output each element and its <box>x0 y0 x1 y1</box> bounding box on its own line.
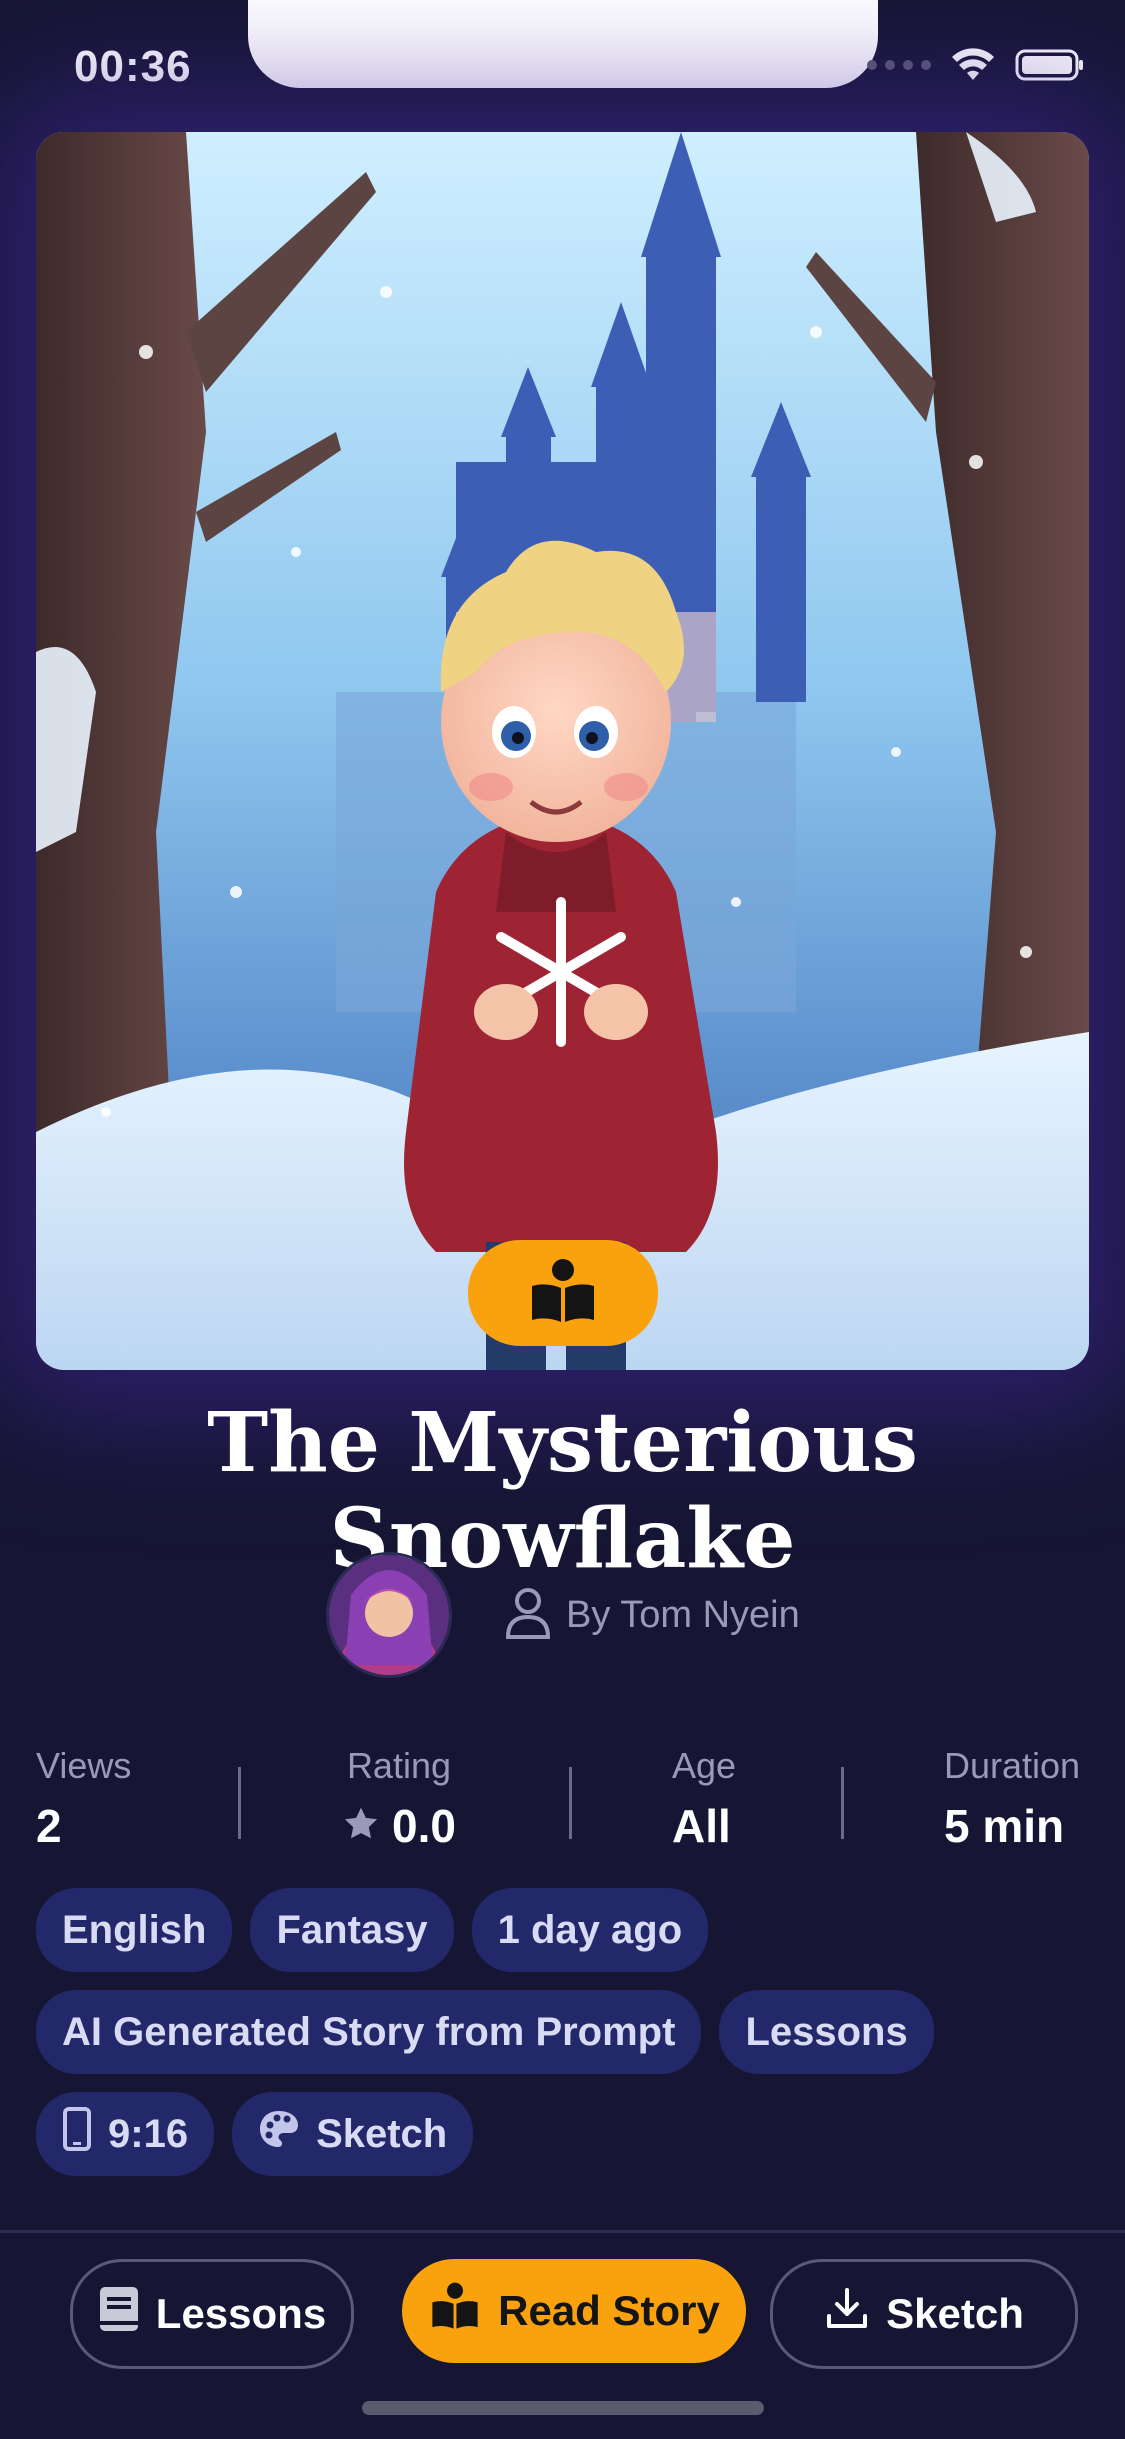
author-avatar[interactable] <box>326 1552 452 1678</box>
story-tags: English Fantasy 1 day ago AI Generated S… <box>36 1888 1089 2194</box>
story-stats: Views 2 Rating 0.0 Age All Duration 5 mi… <box>36 1745 1089 1855</box>
stat-value: 2 <box>36 1799 131 1853</box>
stat-value: 0.0 <box>342 1799 456 1853</box>
stat-views: Views 2 <box>36 1745 131 1853</box>
tag-style[interactable]: Sketch <box>232 2092 474 2176</box>
author-row[interactable]: By Tom Nyein <box>326 1552 800 1678</box>
download-icon <box>824 2286 870 2342</box>
tag-row: 9:16 Sketch <box>36 2092 1089 2176</box>
tag-lessons[interactable]: Lessons <box>719 1990 934 2074</box>
book-reader-icon <box>526 1256 600 1331</box>
tag-date[interactable]: 1 day ago <box>471 1888 709 1972</box>
stat-label: Age <box>672 1745 737 1786</box>
sketch-label: Sketch <box>886 2290 1024 2337</box>
stat-age: Age All <box>672 1745 736 1853</box>
user-icon <box>504 1587 552 1644</box>
lessons-label: Lessons <box>155 2290 327 2337</box>
stat-label: Views <box>36 1745 132 1786</box>
home-indicator[interactable] <box>362 2401 764 2415</box>
read-story-label: Read Story <box>498 2287 720 2334</box>
divider <box>238 1767 241 1839</box>
tag-language[interactable]: English <box>36 1888 233 1972</box>
cover-illustration <box>36 132 1089 1370</box>
tag-row: AI Generated Story from Prompt Lessons <box>36 1990 1089 2074</box>
sketch-download-button[interactable]: Sketch <box>770 2259 1078 2369</box>
status-time: 00:36 <box>74 42 192 91</box>
device-notch <box>248 0 878 88</box>
stat-rating: Rating 0.0 <box>342 1745 456 1853</box>
tag-genre[interactable]: Fantasy <box>250 1888 454 1972</box>
wifi-icon <box>951 48 995 82</box>
duration-value: 5 min <box>944 1800 1065 1852</box>
book-reader-icon <box>428 2280 482 2342</box>
views-value: 2 <box>36 1800 62 1852</box>
tag-aspect-ratio[interactable]: 9:16 <box>36 2092 215 2176</box>
status-bar: 00:36 <box>0 0 1125 130</box>
lessons-button[interactable]: Lessons <box>70 2259 354 2369</box>
tag-row: English Fantasy 1 day ago <box>36 1888 1089 1972</box>
phone-icon <box>62 2106 92 2162</box>
age-value: All <box>672 1800 731 1852</box>
aspect-ratio-label: 9:16 <box>108 2111 189 2156</box>
stat-label: Duration <box>944 1745 1081 1786</box>
rating-value: 0.0 <box>392 1800 456 1852</box>
star-icon <box>342 1799 380 1853</box>
book-icon <box>98 2285 140 2343</box>
divider <box>569 1767 572 1839</box>
bottom-action-bar: Lessons Read Story Sketch <box>0 2230 1125 2439</box>
read-story-badge[interactable] <box>468 1240 658 1346</box>
signal-icon <box>867 60 931 70</box>
style-label: Sketch <box>316 2111 448 2156</box>
stat-value: 5 min <box>944 1799 1080 1853</box>
author-name[interactable]: By Tom Nyein <box>566 1594 800 1637</box>
tag-source[interactable]: AI Generated Story from Prompt <box>36 1990 702 2074</box>
palette-icon <box>258 2109 300 2159</box>
stat-duration: Duration 5 min <box>944 1745 1080 1853</box>
divider <box>841 1767 844 1839</box>
story-cover-image[interactable] <box>36 132 1089 1370</box>
stat-label: Rating <box>346 1745 451 1786</box>
read-story-button[interactable]: Read Story <box>402 2259 746 2363</box>
status-icons <box>867 48 1085 82</box>
battery-icon <box>1015 48 1085 82</box>
stat-value: All <box>672 1799 736 1853</box>
